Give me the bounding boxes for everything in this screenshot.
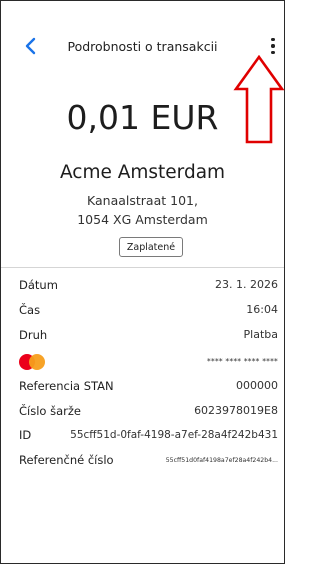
time-value: 16:04 (246, 303, 278, 316)
id-value: 55cff51d-0faf-4198-a7ef-28a4f242b431 (70, 429, 278, 441)
detail-row-time: Čas 16:04 (1, 301, 284, 321)
date-value: 23. 1. 2026 (215, 278, 278, 291)
detail-row-id: ID 55cff51d-0faf-4198-a7ef-28a4f242b431 (1, 426, 284, 446)
type-value: Platba (243, 328, 278, 341)
card-number-masked: **** **** **** **** (207, 357, 278, 366)
status-badge: Zaplatené (119, 237, 183, 257)
detail-row-batch: Číslo šarže 6023978019E8 (1, 402, 284, 422)
stan-value: 000000 (236, 379, 278, 392)
reference-label: Referenčné číslo (19, 453, 114, 467)
id-label: ID (19, 428, 32, 442)
merchant-address-line1: Kanaalstraat 101, (87, 193, 198, 208)
merchant-address-line2: 1054 XG Amsterdam (77, 212, 208, 227)
divider (1, 267, 284, 268)
more-vertical-icon (271, 37, 275, 42)
merchant-name: Acme Amsterdam (59, 162, 226, 183)
detail-row-reference: Referenčné číslo 55cff51d0faf4198a7ef28a… (1, 451, 284, 471)
screen: Podrobnosti o transakcii 0,01 EUR Acme A… (0, 0, 285, 564)
detail-row-card: **** **** **** **** (1, 351, 284, 371)
batch-label: Číslo šarže (19, 404, 81, 418)
date-label: Dátum (19, 278, 58, 292)
reference-value: 55cff51d0faf4198a7ef28a4f242b4... (165, 457, 278, 464)
batch-value: 6023978019E8 (194, 404, 278, 417)
stan-label: Referencia STAN (19, 379, 114, 393)
page-title: Podrobnosti o transakcii (67, 39, 218, 54)
mastercard-icon (19, 354, 45, 370)
detail-row-date: Dátum 23. 1. 2026 (1, 276, 284, 296)
time-label: Čas (19, 303, 41, 317)
type-label: Druh (19, 328, 48, 342)
transaction-amount: 0,01 EUR (66, 98, 219, 137)
detail-row-type: Druh Platba (1, 326, 284, 346)
detail-row-stan: Referencia STAN 000000 (1, 377, 284, 397)
